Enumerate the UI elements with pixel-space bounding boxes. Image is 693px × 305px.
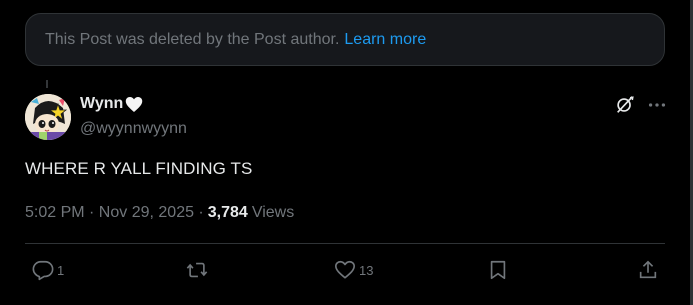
reply-count: 1 [57,262,65,278]
heart-icon [335,260,355,279]
white-heart-icon [125,96,143,113]
more-icon[interactable] [646,94,668,116]
reply-button[interactable]: 1 [32,258,64,282]
post-timestamp[interactable]: 5:02 PM · Nov 29, 2025 · [25,204,204,222]
share-button[interactable] [637,258,659,282]
thread-connector [46,80,48,88]
like-count: 13 [359,262,374,278]
share-icon [639,260,657,279]
reply-icon [32,260,54,281]
repost-icon [186,262,208,278]
repost-button[interactable] [186,258,211,282]
deleted-notice-text: This Post was deleted by the Post author… [45,30,340,48]
views-label: Views [251,204,295,221]
author-name-row[interactable]: Wynn [80,95,143,113]
divider [25,243,665,244]
like-button[interactable]: 13 [334,258,373,282]
learn-more-link[interactable]: Learn more [344,31,426,49]
post-text: WHERE R YALL FINDING TS [25,159,253,178]
bookmark-button[interactable] [487,258,509,282]
views-count[interactable]: 3,784 [208,204,248,222]
deleted-post-notice: This Post was deleted by the Post author… [25,13,665,66]
grok-icon[interactable] [614,94,636,116]
post-meta: 5:02 PM · Nov 29, 2025 · 3,784 Views [25,204,294,222]
bookmark-icon [490,260,506,280]
author-display-name[interactable]: Wynn [80,95,123,113]
author-handle[interactable]: @wyynnwyynn [80,120,187,138]
avatar-image [25,94,71,140]
avatar[interactable] [25,94,71,140]
